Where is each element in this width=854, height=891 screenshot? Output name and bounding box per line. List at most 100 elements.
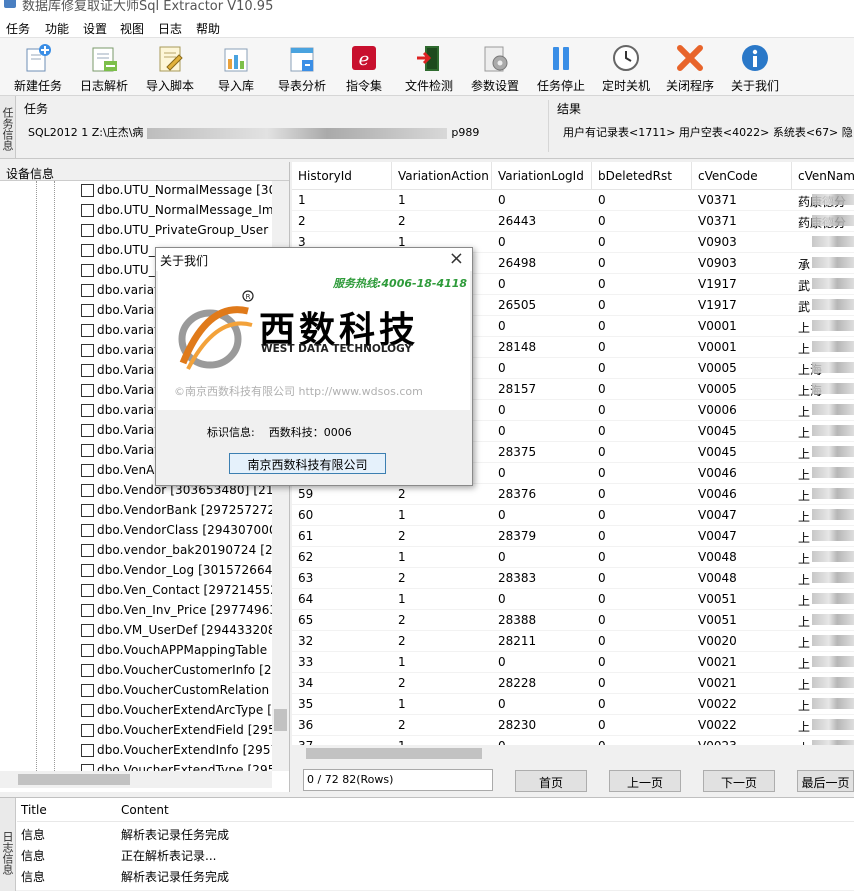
timed-shutdown-button[interactable]: 定时关机 bbox=[598, 40, 654, 94]
tree-item-checkbox[interactable] bbox=[81, 744, 94, 757]
tree-item-label: dbo.Vendor_Log [301572664] bbox=[97, 563, 272, 577]
table-row[interactable]: 61 2 28379 0 V0047 上 bbox=[292, 526, 854, 547]
table-cell: 28157 bbox=[498, 382, 537, 396]
scroll-thumb[interactable] bbox=[274, 709, 287, 731]
menu-function[interactable]: 功能 bbox=[45, 20, 69, 37]
grid-horizontal-scrollbar[interactable] bbox=[292, 745, 854, 762]
table-analysis-button[interactable]: 导表分析 bbox=[274, 40, 330, 94]
tree-item-checkbox[interactable] bbox=[81, 224, 94, 237]
tree-item-checkbox[interactable] bbox=[81, 284, 94, 297]
tree-item-checkbox[interactable] bbox=[81, 404, 94, 417]
import-db-button[interactable]: 导入库 bbox=[208, 40, 264, 94]
tree-item-checkbox[interactable] bbox=[81, 544, 94, 557]
table-cell: V0051 bbox=[698, 613, 737, 627]
tree-item-checkbox[interactable] bbox=[81, 624, 94, 637]
table-row[interactable]: 1100V0371药康德分 bbox=[292, 190, 854, 211]
task-stop-button[interactable]: 任务停止 bbox=[533, 40, 589, 94]
import-script-button[interactable]: 导入脚本 bbox=[142, 40, 198, 94]
column-header[interactable]: cVenCode bbox=[692, 162, 792, 190]
log-row[interactable]: 信息 解析表记录任务完成 bbox=[17, 865, 854, 886]
menu-help[interactable]: 帮助 bbox=[196, 20, 220, 37]
tree-item-checkbox[interactable] bbox=[81, 664, 94, 677]
tree-item-checkbox[interactable] bbox=[81, 524, 94, 537]
tree-item-checkbox[interactable] bbox=[81, 604, 94, 617]
tree-item-checkbox[interactable] bbox=[81, 704, 94, 717]
redacted-cell bbox=[812, 635, 854, 646]
column-header[interactable]: HistoryId bbox=[292, 162, 392, 190]
tree-item-checkbox[interactable] bbox=[81, 584, 94, 597]
table-row[interactable]: 35 1 0 0 V0022 上 bbox=[292, 694, 854, 715]
tree-horizontal-scrollbar[interactable] bbox=[0, 771, 272, 788]
column-header[interactable]: bDeletedRst bbox=[592, 162, 692, 190]
column-header[interactable]: VariationLogId bbox=[492, 162, 592, 190]
table-row[interactable]: 64 1 0 0 V0051 上 bbox=[292, 589, 854, 610]
redacted-cell bbox=[812, 467, 854, 478]
tree-item-checkbox[interactable] bbox=[81, 324, 94, 337]
file-check-button[interactable]: 文件检测 bbox=[400, 40, 458, 94]
table-row[interactable]: 37100V0023上 bbox=[292, 736, 854, 745]
table-cell: 0 bbox=[598, 445, 606, 459]
table-row[interactable]: 36 2 28230 0 V0022 上 bbox=[292, 715, 854, 736]
tree-item-checkbox[interactable] bbox=[81, 204, 94, 217]
tree-item-checkbox[interactable] bbox=[81, 424, 94, 437]
scroll-thumb[interactable] bbox=[306, 748, 482, 759]
table-row[interactable]: 59 2 28376 0 V0046 上 bbox=[292, 484, 854, 505]
menu-log[interactable]: 日志 bbox=[158, 20, 182, 37]
table-row[interactable]: 62 1 0 0 V0048 上 bbox=[292, 547, 854, 568]
scroll-thumb[interactable] bbox=[18, 774, 130, 785]
tree-item-checkbox[interactable] bbox=[81, 504, 94, 517]
tree-item-checkbox[interactable] bbox=[81, 724, 94, 737]
tree-item-checkbox[interactable] bbox=[81, 484, 94, 497]
table-cell: 0 bbox=[598, 298, 606, 312]
table-cell: 2 bbox=[398, 487, 406, 501]
table-cell: 0 bbox=[598, 676, 606, 690]
column-header[interactable]: VariationAction bbox=[392, 162, 492, 190]
table-row[interactable]: 63 2 28383 0 V0048 上 bbox=[292, 568, 854, 589]
tree-item-checkbox[interactable] bbox=[81, 564, 94, 577]
first-page-button[interactable]: 首页 bbox=[515, 770, 587, 792]
log-row[interactable]: 信息 解析表记录任务完成 bbox=[17, 823, 854, 844]
table-row[interactable]: 34 2 28228 0 V0021 上 bbox=[292, 673, 854, 694]
log-info-tab[interactable]: 日志信息 bbox=[0, 798, 16, 891]
tree-item-checkbox[interactable] bbox=[81, 444, 94, 457]
tree-item-checkbox[interactable] bbox=[81, 464, 94, 477]
tree-item-checkbox[interactable] bbox=[81, 264, 94, 277]
menu-settings[interactable]: 设置 bbox=[83, 20, 107, 37]
param-settings-button[interactable]: 参数设置 bbox=[467, 40, 523, 94]
tree-item-checkbox[interactable] bbox=[81, 184, 94, 197]
task-info-tab[interactable]: 任务信息 bbox=[0, 96, 16, 158]
tree-item-checkbox[interactable] bbox=[81, 384, 94, 397]
column-header[interactable]: cVenNam bbox=[792, 162, 854, 190]
toolbar: 新建任务 日志解析 导入脚本 导入库 导表分析 e 指令集 文件检测 参数设置 … bbox=[0, 38, 854, 96]
table-row[interactable]: 33 1 0 0 V0021 上 bbox=[292, 652, 854, 673]
table-row[interactable]: 32 2 28211 0 V0020 上 bbox=[292, 631, 854, 652]
table-cell: 2 bbox=[398, 613, 406, 627]
tree-item-checkbox[interactable] bbox=[81, 644, 94, 657]
menu-view[interactable]: 视图 bbox=[120, 20, 144, 37]
next-page-button[interactable]: 下一页 bbox=[703, 770, 775, 792]
new-task-button[interactable]: 新建任务 bbox=[10, 40, 66, 94]
log-row[interactable]: 信息 正在解析表记录... bbox=[17, 844, 854, 865]
prev-page-button[interactable]: 上一页 bbox=[609, 770, 681, 792]
log-title: 信息 bbox=[21, 828, 46, 842]
tree-item-checkbox[interactable] bbox=[81, 344, 94, 357]
about-us-button[interactable]: 关于我们 bbox=[727, 40, 783, 94]
tree-item-checkbox[interactable] bbox=[81, 304, 94, 317]
log-parse-button[interactable]: 日志解析 bbox=[76, 40, 132, 94]
tree-item-checkbox[interactable] bbox=[81, 764, 94, 771]
table-cell: 0 bbox=[598, 340, 606, 354]
tree-item-checkbox[interactable] bbox=[81, 684, 94, 697]
close-program-button[interactable]: 关闭程序 bbox=[662, 40, 718, 94]
menu-bar: 任务 功能 设置 视图 日志 帮助 bbox=[0, 16, 854, 38]
table-row[interactable]: 65 2 28388 0 V0051 上 bbox=[292, 610, 854, 631]
command-set-button[interactable]: e 指令集 bbox=[340, 40, 388, 94]
company-button[interactable]: 南京西数科技有限公司 bbox=[229, 453, 386, 474]
tree-item-checkbox[interactable] bbox=[81, 364, 94, 377]
table-row[interactable]: 60 1 0 0 V0047 上 bbox=[292, 505, 854, 526]
tree-item-checkbox[interactable] bbox=[81, 244, 94, 257]
close-icon[interactable]: × bbox=[449, 248, 464, 269]
menu-task[interactable]: 任务 bbox=[6, 20, 30, 37]
table-row[interactable]: 22264430V0371药康德分 bbox=[292, 211, 854, 232]
tree-item-label: dbo.VM_UserDef [294433208] bbox=[97, 623, 272, 637]
last-page-button[interactable]: 最后一页 bbox=[797, 770, 854, 792]
